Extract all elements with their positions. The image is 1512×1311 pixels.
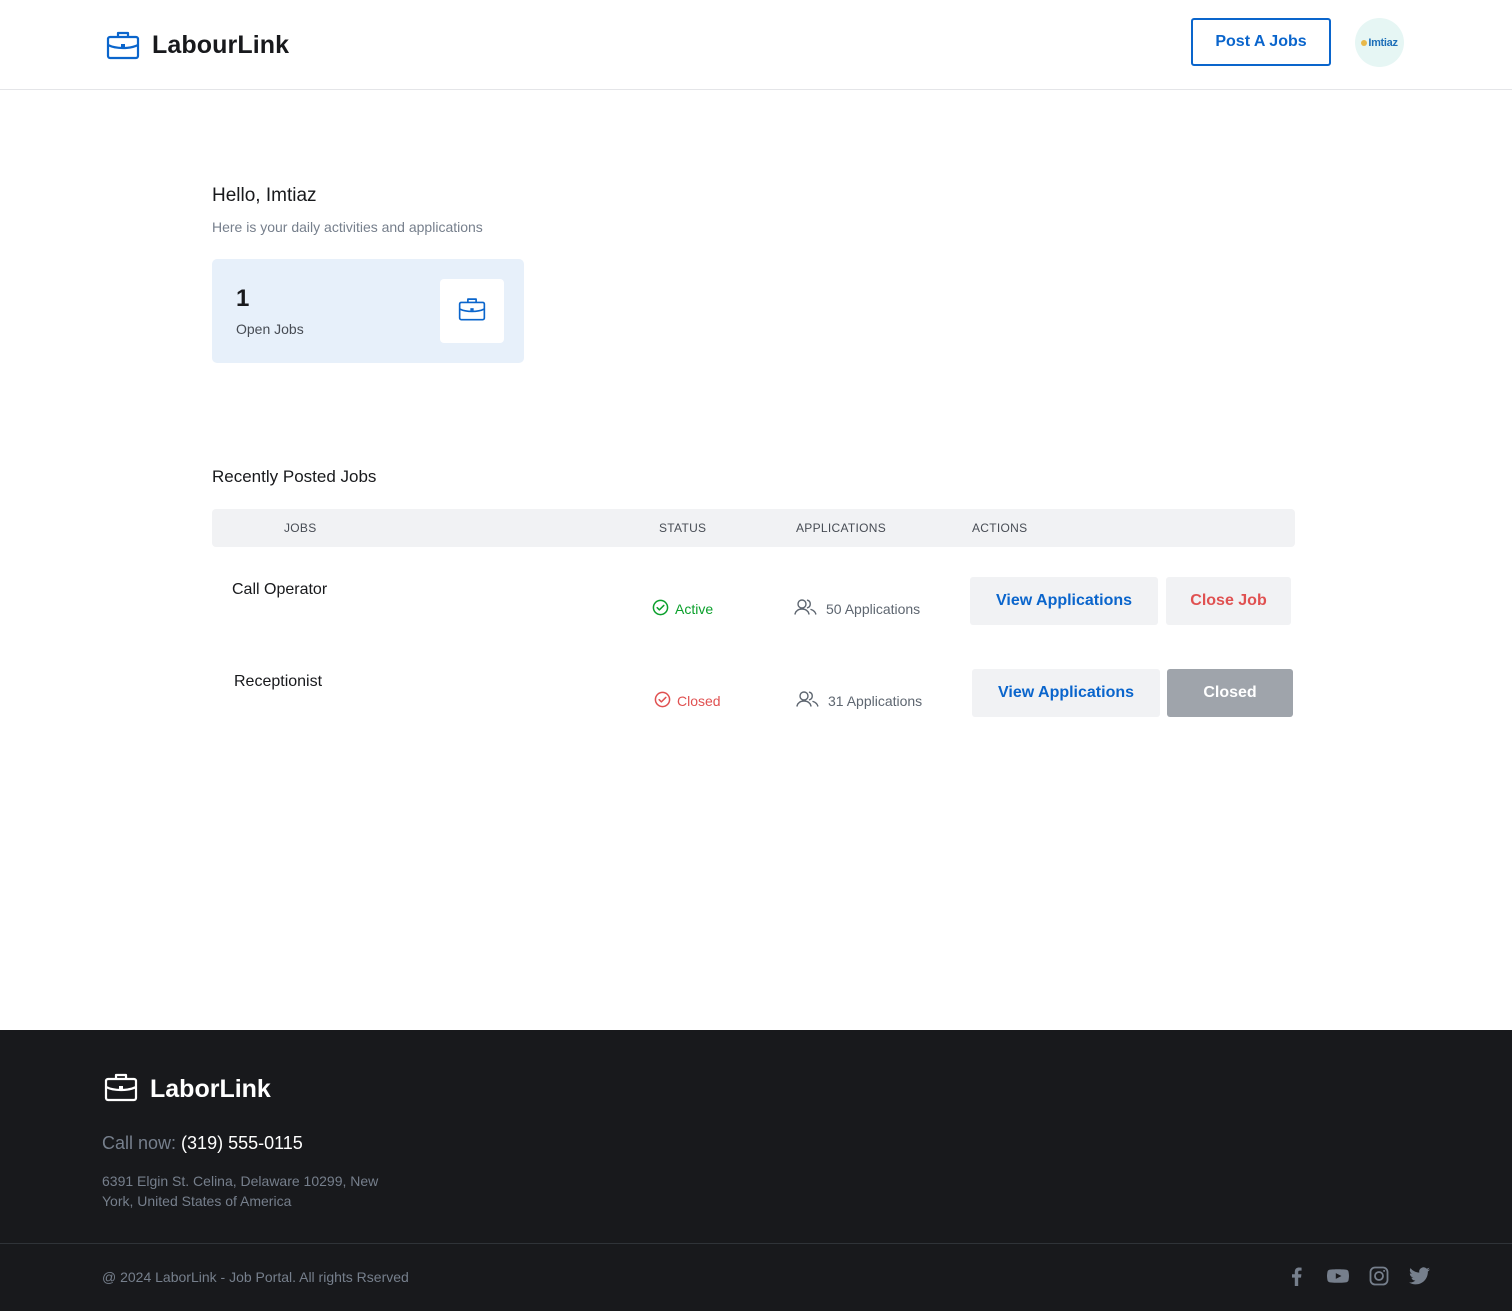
greeting-subtitle: Here is your daily activities and applic…	[212, 219, 483, 235]
column-jobs: Jobs	[284, 521, 317, 535]
footer: LaborLink Call now: (319) 555-0115 6391 …	[0, 1030, 1512, 1311]
instagram-icon[interactable]	[1369, 1266, 1389, 1286]
applications-count: 31 Applications	[796, 691, 922, 710]
jobs-table-header: Jobs Status Applications Actions	[212, 509, 1295, 547]
column-applications: Applications	[796, 521, 887, 535]
column-actions: Actions	[972, 521, 1028, 535]
recent-jobs-title: Recently Posted Jobs	[212, 467, 377, 486]
footer-brand[interactable]: LaborLink	[104, 1070, 271, 1109]
briefcase-icon	[458, 295, 486, 328]
twitter-icon[interactable]	[1409, 1266, 1430, 1286]
table-row: Call Operator Active 50 Applications Vie…	[212, 577, 1295, 649]
status-badge: Active	[652, 599, 713, 619]
avatar[interactable]: Imtiaz	[1355, 18, 1404, 67]
view-applications-button[interactable]: View Applications	[970, 577, 1158, 625]
applications-count: 50 Applications	[794, 599, 920, 618]
close-job-button[interactable]: Close Job	[1166, 577, 1291, 625]
job-title[interactable]: Call Operator	[232, 581, 327, 599]
footer-divider	[0, 1243, 1512, 1244]
view-applications-button[interactable]: View Applications	[972, 669, 1160, 717]
status-text: Closed	[677, 693, 721, 709]
top-header: LabourLink Post A Jobs Imtiaz	[0, 0, 1512, 90]
applications-text: 50 Applications	[826, 600, 921, 617]
users-icon	[796, 691, 819, 710]
avatar-logo-mark	[1361, 39, 1368, 46]
status-badge: Closed	[654, 691, 721, 711]
footer-address: 6391 Elgin St. Celina, Delaware 10299, N…	[102, 1173, 379, 1209]
closed-job-button[interactable]: Closed	[1167, 669, 1293, 717]
check-circle-icon	[654, 691, 671, 711]
applications-text: 31 Applications	[828, 692, 923, 709]
open-jobs-card: 1 Open Jobs	[212, 259, 524, 363]
social-links	[1287, 1266, 1430, 1286]
greeting-title: Hello, Imtiaz	[212, 185, 317, 206]
phone-number[interactable]: (319) 555-0115	[181, 1133, 303, 1153]
avatar-logo-text: Imtiaz	[1368, 36, 1398, 49]
post-job-button[interactable]: Post A Jobs	[1191, 18, 1331, 66]
status-text: Active	[675, 601, 714, 617]
check-circle-icon	[652, 599, 669, 619]
brand-name: LabourLink	[152, 30, 290, 59]
footer-brand-name: LaborLink	[150, 1075, 271, 1103]
footer-call: Call now: (319) 555-0115	[102, 1133, 303, 1154]
open-jobs-icon-box	[440, 279, 504, 343]
briefcase-icon	[106, 28, 140, 62]
open-jobs-count: 1	[236, 285, 250, 312]
call-label: Call now:	[102, 1133, 177, 1153]
column-status: Status	[659, 521, 707, 535]
facebook-icon[interactable]	[1287, 1266, 1307, 1286]
users-icon	[794, 599, 817, 618]
table-row: Receptionist Closed 31 Applications View…	[212, 669, 1295, 741]
briefcase-icon	[104, 1070, 138, 1109]
copyright-text: @ 2024 LaborLink - Job Portal. All right…	[102, 1269, 409, 1285]
youtube-icon[interactable]	[1327, 1266, 1349, 1286]
open-jobs-label: Open Jobs	[236, 321, 304, 337]
job-title[interactable]: Receptionist	[234, 673, 322, 691]
brand-logo[interactable]: LabourLink	[106, 28, 289, 62]
